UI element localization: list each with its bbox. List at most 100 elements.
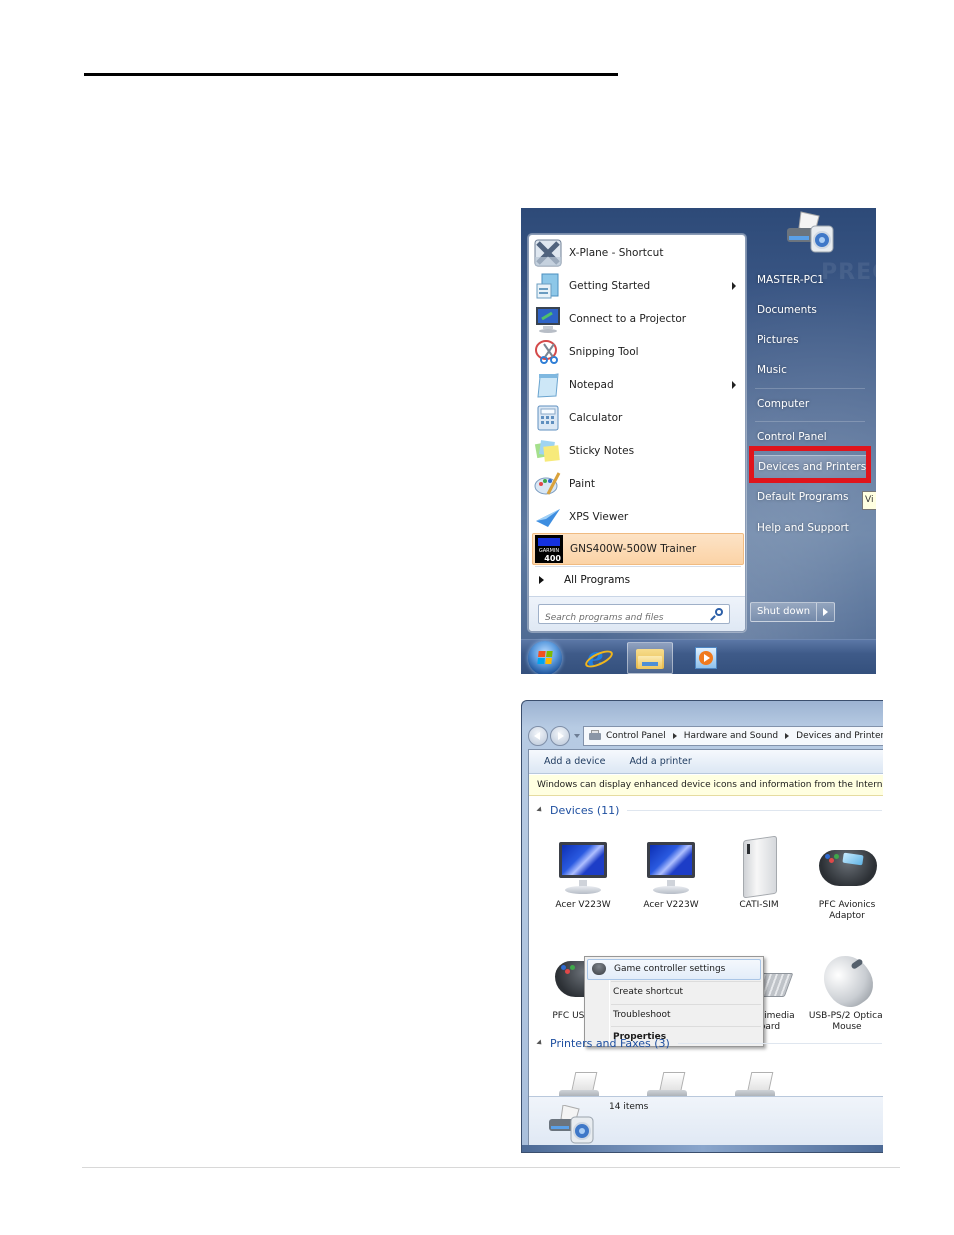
getting-started-icon: [534, 272, 562, 300]
device-pfc-avionics-adaptor[interactable]: PFC Avionics Adaptor: [803, 836, 883, 922]
footer-divider: [82, 1167, 900, 1168]
device-label: PFC Avionics Adaptor: [818, 900, 876, 921]
program-item-xps-viewer[interactable]: XPS Viewer: [532, 501, 744, 533]
all-programs-label: All Programs: [564, 574, 631, 586]
search-box[interactable]: [538, 604, 730, 627]
calculator-icon: [534, 404, 562, 432]
right-item-pictures[interactable]: Pictures: [751, 328, 869, 352]
group-header-printers[interactable]: Printers and Faxes (3): [536, 1035, 882, 1051]
all-programs-button[interactable]: All Programs: [532, 569, 744, 591]
program-item-sticky-notes[interactable]: Sticky Notes: [532, 435, 744, 467]
collapse-icon[interactable]: [536, 806, 544, 814]
device-optical-mouse[interactable]: USB-PS/2 Optical Mouse: [803, 946, 883, 1033]
submenu-arrow-icon[interactable]: [732, 282, 736, 290]
program-label: Notepad: [569, 379, 614, 391]
start-button[interactable]: [527, 641, 563, 674]
breadcrumb-devices-and-printers[interactable]: Devices and Printers: [796, 731, 883, 741]
computer-tower-icon: [729, 835, 789, 899]
device-cati-sim[interactable]: CATI-SIM: [715, 835, 803, 911]
sticky-notes-icon: [534, 437, 562, 465]
snipping-tool-icon: [534, 338, 562, 366]
group-divider: [677, 1042, 882, 1044]
taskbar-internet-explorer[interactable]: e: [582, 642, 616, 674]
menu-item-game-controller-settings[interactable]: Game controller settings: [587, 959, 761, 980]
program-item-xplane[interactable]: X-Plane - Shortcut: [532, 237, 744, 269]
garmin-400-icon: GARMIN 400: [535, 535, 563, 563]
search-band: [529, 596, 745, 631]
taskbar-windows-explorer[interactable]: [627, 642, 673, 674]
breadcrumb-separator-icon[interactable]: [672, 733, 677, 739]
breadcrumb-separator-icon[interactable]: [785, 733, 790, 739]
right-divider: [755, 421, 865, 422]
paint-icon: [534, 470, 562, 498]
highlight-box: [749, 446, 871, 483]
right-item-documents[interactable]: Documents: [751, 298, 869, 322]
breadcrumb[interactable]: Control Panel Hardware and Sound Devices…: [583, 726, 883, 746]
right-item-music[interactable]: Music: [751, 358, 869, 382]
submenu-arrow-icon[interactable]: [732, 381, 736, 389]
group-header-devices[interactable]: Devices (11): [536, 802, 882, 818]
forward-button[interactable]: [550, 726, 570, 746]
internet-explorer-icon: e: [582, 643, 616, 673]
program-label: XPS Viewer: [569, 511, 629, 523]
program-label: X-Plane - Shortcut: [569, 247, 664, 259]
game-controller-icon: [592, 963, 606, 975]
program-item-gns400w-trainer[interactable]: GARMIN 400 GNS400W-500W Trainer: [532, 533, 744, 565]
garmin-screen: [538, 538, 560, 546]
printer-item[interactable]: [627, 1062, 715, 1096]
printer-item[interactable]: [715, 1062, 803, 1096]
xps-viewer-icon: [534, 503, 562, 531]
notepad-icon: [534, 371, 562, 399]
menu-divider: [535, 566, 741, 567]
item-count: 14 items: [609, 1102, 649, 1112]
program-item-calculator[interactable]: Calculator: [532, 402, 744, 434]
start-menu-screenshot: PREC X-Plane - Shortcut Getting Started …: [521, 208, 876, 674]
taskbar: e: [521, 639, 876, 674]
monitor-icon: [553, 836, 613, 898]
program-item-connect-projector[interactable]: Connect to a Projector: [532, 303, 744, 335]
breadcrumb-control-panel[interactable]: Control Panel: [606, 731, 666, 741]
search-input[interactable]: [539, 609, 704, 627]
right-item-default-programs[interactable]: Default Programs: [751, 485, 869, 509]
device-acer-monitor-2[interactable]: Acer V223W: [627, 836, 715, 911]
program-item-snipping-tool[interactable]: Snipping Tool: [532, 336, 744, 368]
search-icon[interactable]: [710, 608, 723, 621]
garmin-model: 400: [544, 554, 561, 563]
printer-icon: [641, 1062, 701, 1096]
programs-pane: X-Plane - Shortcut Getting Started Conne…: [528, 234, 746, 632]
shutdown-options-arrow-icon[interactable]: [817, 602, 836, 622]
folder-icon: [636, 647, 664, 669]
menu-item-create-shortcut[interactable]: Create shortcut: [587, 982, 761, 1003]
device-acer-monitor-1[interactable]: Acer V223W: [539, 836, 627, 911]
info-bar[interactable]: Windows can display enhanced device icon…: [529, 775, 883, 796]
devices-content: Add a device Add a printer Windows can d…: [528, 749, 883, 1148]
context-menu: Game controller settings Create shortcut…: [584, 956, 764, 1047]
program-label: Connect to a Projector: [569, 313, 687, 325]
taskbar-media-player[interactable]: [691, 642, 721, 674]
program-label: Snipping Tool: [569, 346, 639, 358]
program-item-notepad[interactable]: Notepad: [532, 369, 744, 401]
menu-item-troubleshoot[interactable]: Troubleshoot: [587, 1005, 761, 1026]
program-item-paint[interactable]: Paint: [532, 468, 744, 500]
breadcrumb-hardware-and-sound[interactable]: Hardware and Sound: [684, 731, 778, 741]
printer-item[interactable]: [539, 1062, 627, 1096]
device-label: Acer V223W: [555, 900, 611, 910]
add-printer-button[interactable]: Add a printer: [617, 756, 703, 767]
back-button[interactable]: [528, 726, 548, 746]
gamepad-icon: [817, 836, 877, 898]
right-item-user[interactable]: MASTER-PC1: [751, 268, 869, 292]
device-label: USB-PS/2 Optical Mouse: [808, 1011, 883, 1032]
right-item-computer[interactable]: Computer: [751, 392, 869, 416]
program-item-getting-started[interactable]: Getting Started: [532, 270, 744, 302]
devices-and-printers-window: Control Panel Hardware and Sound Devices…: [521, 700, 883, 1153]
device-label: CATI-SIM: [739, 900, 779, 910]
program-label: GNS400W-500W Trainer: [570, 543, 697, 555]
devices-and-printers-icon: [783, 210, 837, 258]
add-device-button[interactable]: Add a device: [529, 756, 617, 767]
recent-pages-dropdown-icon[interactable]: [574, 734, 580, 738]
printer-icon: [729, 1062, 789, 1096]
program-label: Sticky Notes: [569, 445, 635, 457]
monitor-icon: [641, 836, 701, 898]
shutdown-button[interactable]: Shut down: [750, 602, 818, 622]
right-item-help-and-support[interactable]: Help and Support: [751, 516, 869, 540]
